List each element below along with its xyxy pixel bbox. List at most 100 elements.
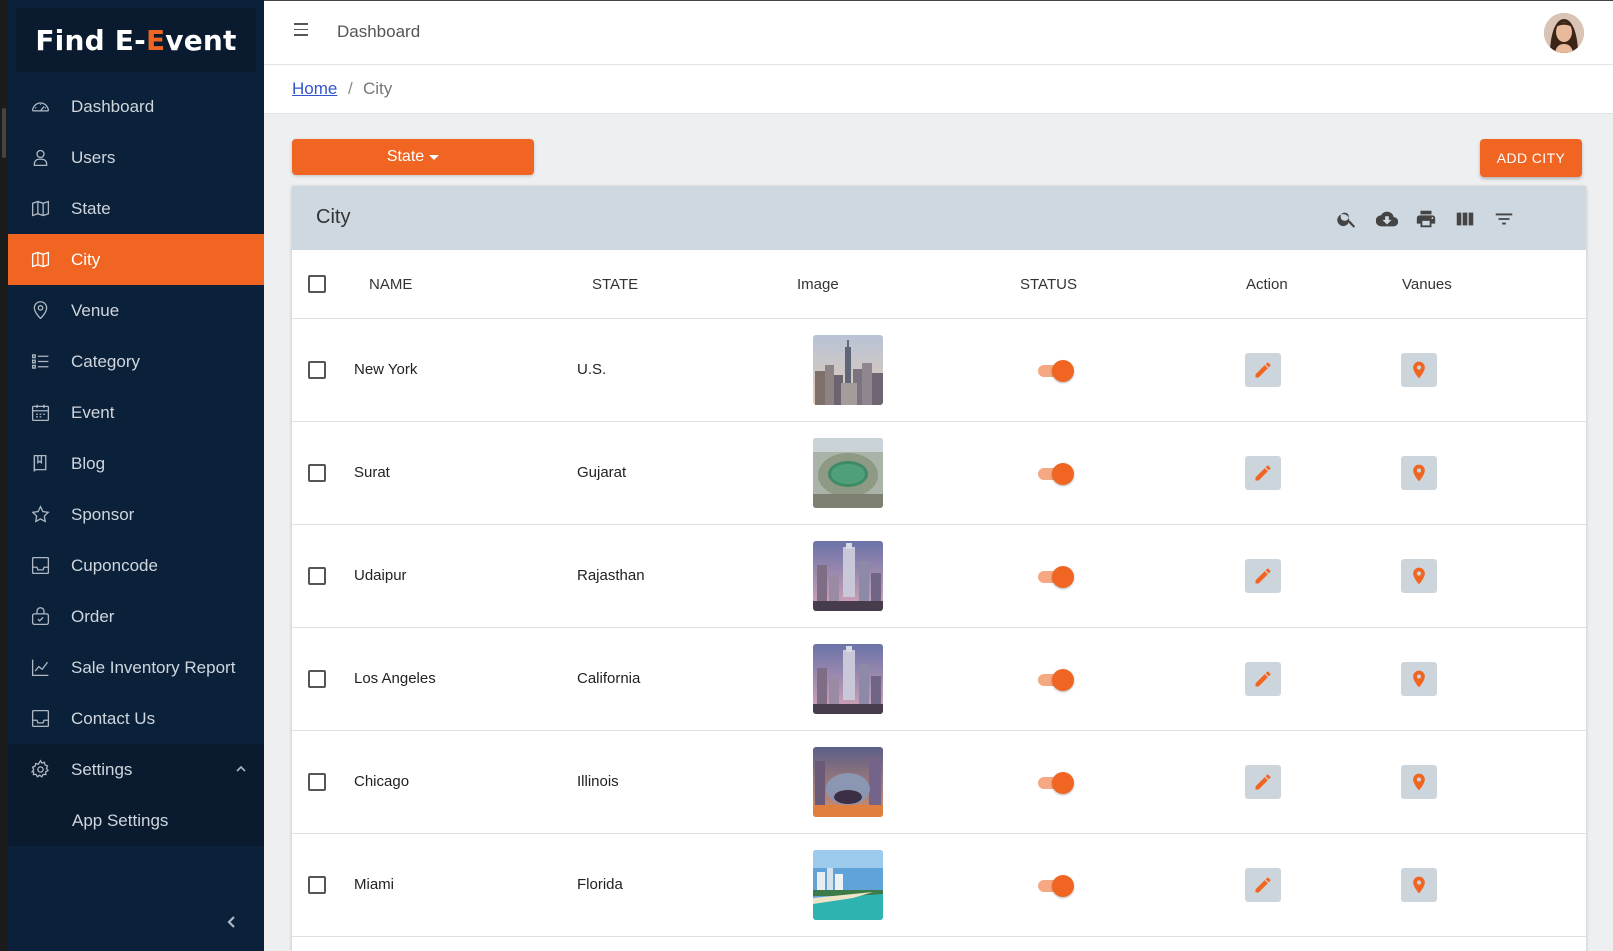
venues-button[interactable] <box>1401 559 1437 593</box>
city-state: Illinois <box>577 773 619 790</box>
edit-button[interactable] <box>1245 353 1281 387</box>
venues-button[interactable] <box>1401 765 1437 799</box>
select-all-checkbox[interactable] <box>308 275 326 293</box>
collapse-sidebar-icon[interactable] <box>224 914 244 934</box>
avatar[interactable] <box>1544 13 1584 53</box>
table-row: Chicago Illinois <box>292 731 1586 834</box>
location-pin-icon <box>1413 876 1425 894</box>
sidebar-item-sponsor[interactable]: Sponsor <box>8 489 264 540</box>
sidebar-item-label: City <box>71 249 101 269</box>
sidebar-item-state[interactable]: State <box>8 183 264 234</box>
brand-logo[interactable]: Find E-Event <box>16 8 256 72</box>
city-state: California <box>577 670 641 687</box>
city-image <box>813 747 883 817</box>
status-toggle[interactable] <box>1036 360 1074 382</box>
sidebar-item-event[interactable]: Event <box>8 387 264 438</box>
table-header: NAME STATE Image STATUS Action Vanues <box>292 250 1586 319</box>
location-pin-icon <box>1413 670 1425 688</box>
city-name: New York <box>354 361 418 378</box>
location-pin-icon <box>1413 464 1425 482</box>
sidebar-item-label: Cuponcode <box>71 555 158 575</box>
city-state: Gujarat <box>577 464 627 481</box>
row-checkbox[interactable] <box>308 464 326 482</box>
city-image <box>813 335 883 405</box>
row-checkbox[interactable] <box>308 670 326 688</box>
state-filter-dropdown[interactable]: State <box>292 139 534 175</box>
view-columns-icon[interactable] <box>1454 208 1476 230</box>
column-header-status[interactable]: STATUS <box>1020 276 1077 293</box>
sidebar-item-cuponcode[interactable]: Cuponcode <box>8 540 264 591</box>
sidebar-item-contact-us[interactable]: Contact Us <box>8 693 264 744</box>
sidebar-item-label: Sale Inventory Report <box>71 657 236 677</box>
sidebar-item-label: State <box>71 198 111 218</box>
venues-button[interactable] <box>1401 868 1437 902</box>
sidebar-item-label: Sponsor <box>71 504 135 524</box>
sidebar-item-venue[interactable]: Venue <box>8 285 264 336</box>
search-icon[interactable] <box>1336 208 1358 230</box>
state-filter-label: State <box>386 148 425 165</box>
sidebar-item-label: Contact Us <box>71 708 156 728</box>
sidebar-item-blog[interactable]: Blog <box>8 438 264 489</box>
filter-list-icon[interactable] <box>1493 208 1515 230</box>
sidebar-item-order[interactable]: Order <box>8 591 264 642</box>
sidebar-item-label: App Settings <box>72 810 169 830</box>
gear-icon <box>29 759 51 781</box>
settings-group: Settings App Settings <box>8 744 264 846</box>
book-icon <box>29 453 51 475</box>
table-row: New York U.S. <box>292 319 1586 422</box>
column-header-state[interactable]: STATE <box>592 276 638 293</box>
edit-button[interactable] <box>1245 456 1281 490</box>
page-title: Dashboard <box>337 22 421 41</box>
sidebar-subitem-app-settings[interactable]: App Settings <box>8 795 264 846</box>
print-icon[interactable] <box>1415 208 1437 230</box>
edit-button[interactable] <box>1245 662 1281 696</box>
location-pin-icon <box>1413 773 1425 791</box>
breadcrumb-home-link[interactable]: Home <box>292 79 337 99</box>
sidebar-item-city[interactable]: City <box>8 234 264 285</box>
status-toggle[interactable] <box>1036 669 1074 691</box>
city-name: Surat <box>354 464 390 481</box>
sidebar-item-label: Blog <box>71 453 106 473</box>
table-row: Udaipur Rajasthan <box>292 525 1586 628</box>
sidebar-item-dashboard[interactable]: Dashboard <box>8 81 264 132</box>
edit-button[interactable] <box>1245 765 1281 799</box>
city-state: Florida <box>577 876 623 893</box>
row-checkbox[interactable] <box>308 567 326 585</box>
column-header-name[interactable]: NAME <box>369 276 412 293</box>
pencil-icon <box>1255 671 1271 687</box>
pencil-icon <box>1255 568 1271 584</box>
status-toggle[interactable] <box>1036 463 1074 485</box>
table-row: Surat Gujarat <box>292 422 1586 525</box>
row-checkbox[interactable] <box>308 876 326 894</box>
cloud-download-icon[interactable] <box>1375 208 1399 230</box>
window-edge <box>0 0 8 951</box>
city-table-card: City NAME STATE Image STATUS Action Vanu… <box>292 186 1586 951</box>
sidebar-item-sale-inventory-report[interactable]: Sale Inventory Report <box>8 642 264 693</box>
sidebar: Find E-Event Dashboard Users State City … <box>8 0 264 951</box>
shopping-bag-icon <box>29 606 51 628</box>
sidebar-item-category[interactable]: Category <box>8 336 264 387</box>
sidebar-item-label: Order <box>71 606 115 626</box>
status-toggle[interactable] <box>1036 566 1074 588</box>
city-state: U.S. <box>577 361 607 378</box>
table-row: Miami Florida <box>292 834 1586 937</box>
sidebar-item-users[interactable]: Users <box>8 132 264 183</box>
caret-down-icon <box>429 154 440 160</box>
location-pin-icon <box>1413 567 1425 585</box>
status-toggle[interactable] <box>1036 875 1074 897</box>
row-checkbox[interactable] <box>308 361 326 379</box>
venues-button[interactable] <box>1401 353 1437 387</box>
menu-icon[interactable] <box>294 23 310 39</box>
venues-button[interactable] <box>1401 456 1437 490</box>
chart-icon <box>29 657 51 679</box>
breadcrumb-current: City <box>363 79 393 98</box>
sidebar-item-settings[interactable]: Settings <box>8 744 264 795</box>
chevron-up-icon[interactable] <box>234 761 248 775</box>
edit-button[interactable] <box>1245 868 1281 902</box>
add-city-button[interactable]: ADD CITY <box>1480 139 1582 177</box>
edit-button[interactable] <box>1245 559 1281 593</box>
status-toggle[interactable] <box>1036 772 1074 794</box>
sidebar-nav: Dashboard Users State City Venue Categor… <box>8 81 264 846</box>
row-checkbox[interactable] <box>308 773 326 791</box>
venues-button[interactable] <box>1401 662 1437 696</box>
